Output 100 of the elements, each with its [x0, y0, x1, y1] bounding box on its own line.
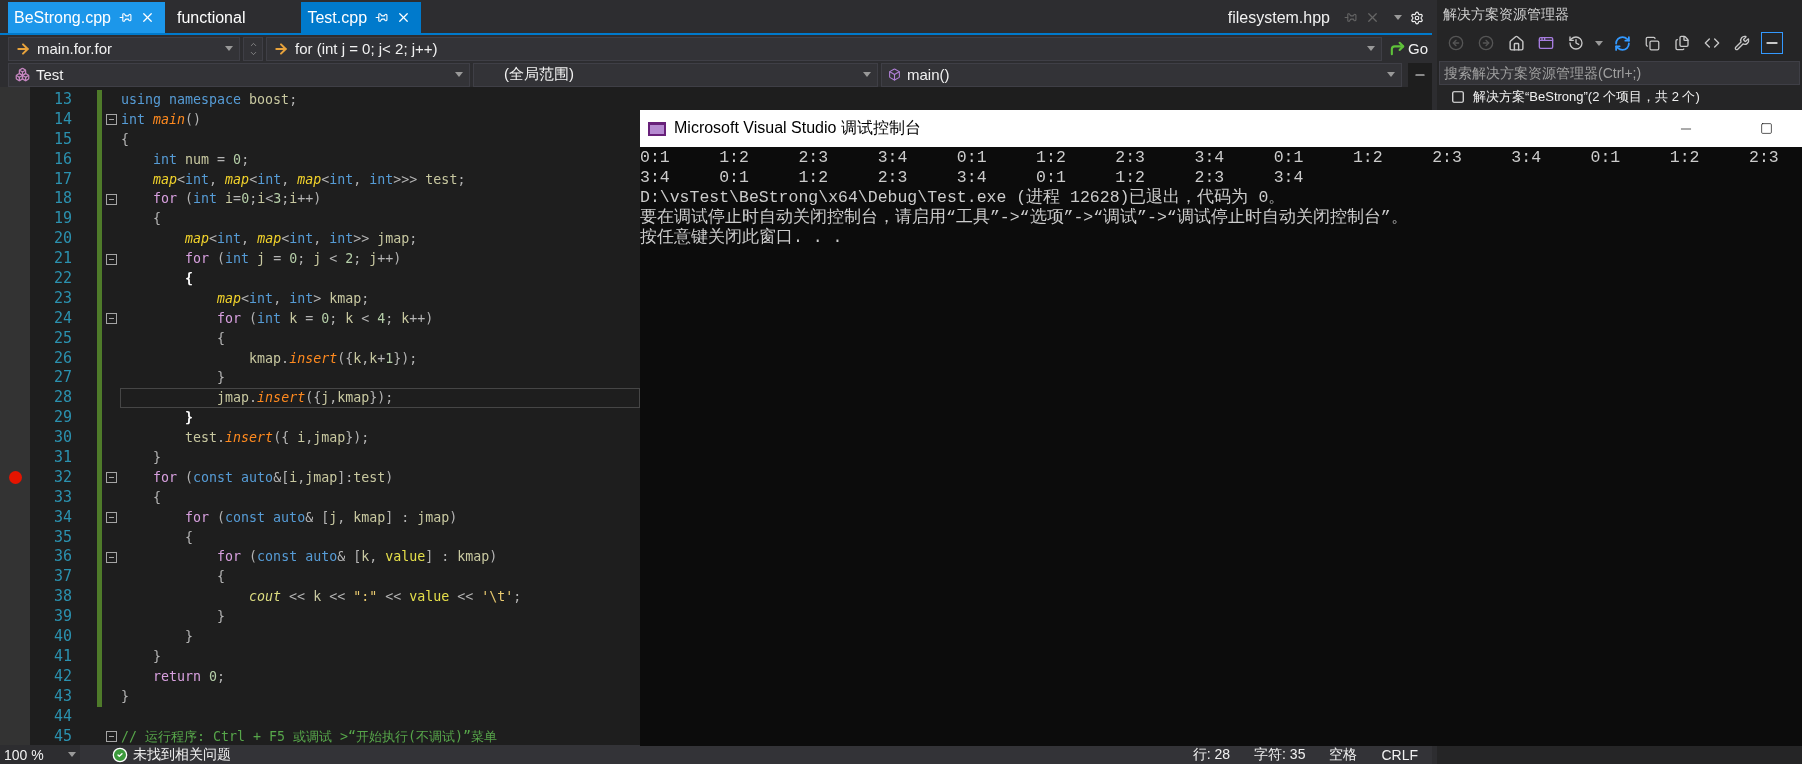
document-tab[interactable]: functional — [170, 2, 256, 33]
line-number: 31 — [52, 448, 72, 468]
pin-icon[interactable] — [118, 11, 132, 24]
line-number: 21 — [52, 249, 72, 269]
project-dropdown[interactable]: Test — [8, 62, 470, 87]
caret-icon[interactable] — [863, 72, 871, 77]
indent-status: 空格 — [1329, 745, 1358, 764]
function-dropdown[interactable]: main() — [881, 62, 1402, 87]
line-number: 35 — [52, 527, 72, 548]
code-line: } — [120, 687, 130, 706]
line-number: 34 — [52, 507, 72, 528]
line-number: 30 — [52, 428, 72, 449]
line-number: 42 — [52, 666, 72, 687]
code-line: int num = 0; — [152, 150, 251, 169]
pin-icon[interactable] — [375, 11, 389, 24]
console-line: 0:1 1:2 2:3 3:4 0:1 1:2 2:3 3:4 0:1 1:2 2:3 3:4 0:1 1:2 2:3 — [640, 148, 1780, 168]
code-line: for (const auto&[i,jmap]:test) — [152, 468, 395, 487]
code-line: kmap.insert({k,k+1}); — [248, 349, 419, 368]
line-number: 41 — [52, 646, 72, 667]
caret-icon[interactable] — [1387, 72, 1395, 77]
line-number: 32 — [52, 467, 72, 488]
code-line: map<int, map<int, int>> jmap; — [184, 230, 419, 249]
code-line: return 0; — [152, 667, 227, 686]
issues-status[interactable]: 未找到相关问题 — [133, 745, 231, 764]
code-line: { — [216, 568, 227, 587]
go-arrow-icon — [1389, 40, 1406, 57]
line-number: 14 — [52, 109, 72, 130]
line-number: 45 — [52, 726, 72, 745]
line-number: 23 — [52, 288, 72, 309]
member-dropdown[interactable]: for (int j = 0; j< 2; j++) — [266, 36, 1382, 61]
code-line: for (const auto& [j, kmap] : jmap) — [184, 508, 459, 527]
line-number: 19 — [52, 209, 72, 230]
document-tab[interactable]: filesystem.hpp — [1227, 8, 1330, 27]
line-number: 36 — [52, 547, 72, 568]
console-icon — [648, 121, 666, 136]
caret-icon[interactable] — [1595, 40, 1603, 46]
document-tab[interactable]: Test.cpp — [301, 2, 422, 33]
caret-icon[interactable] — [1367, 46, 1375, 51]
split-button[interactable] — [1408, 62, 1432, 87]
preview-icon[interactable] — [1761, 32, 1783, 54]
code-line: { — [184, 270, 195, 288]
code-line: } — [152, 449, 163, 468]
collapse-icon[interactable] — [105, 193, 117, 205]
collapse-icon[interactable] — [105, 730, 117, 742]
search-field[interactable]: 搜索解决方案资源管理器(Ctrl+;) — [1439, 61, 1800, 85]
collapse-icon[interactable] — [105, 313, 117, 325]
caret-icon[interactable] — [68, 752, 76, 757]
collapse-icon[interactable] — [105, 253, 117, 265]
line-number: 17 — [52, 169, 72, 190]
caret-icon[interactable] — [1394, 15, 1402, 20]
column-status: 字符: 35 — [1254, 745, 1306, 764]
collapse-icon[interactable] — [105, 551, 117, 563]
line-number: 20 — [52, 229, 72, 250]
code-line: } — [184, 409, 195, 428]
code-line: { — [152, 210, 163, 229]
scope-dropdown[interactable]: main.for.for — [8, 36, 240, 61]
maximize-icon[interactable] — [1759, 122, 1773, 135]
zoom-dropdown[interactable]: 100 % — [0, 745, 80, 764]
line-ending-status: CRLF — [1381, 746, 1418, 763]
code-line: for (const auto& [k, value] : kmap) — [216, 548, 499, 567]
line-number: 38 — [52, 587, 72, 608]
line-number: 39 — [52, 607, 72, 628]
code-line: { — [184, 528, 195, 547]
collapse-icon[interactable] — [105, 114, 117, 126]
tree-item[interactable]: 解决方案“BeStrong”(2 个项目，共 2 个) — [1473, 88, 1700, 106]
collapse-icon[interactable] — [105, 512, 117, 524]
scope-dropdown[interactable]: (全局范围) — [473, 62, 878, 87]
code-line: for (int k = 0; k < 4; k++) — [216, 309, 435, 328]
code-line: int main() — [120, 110, 203, 129]
close-icon[interactable] — [1365, 10, 1380, 25]
code-line: cout << k << ":" << value << '\t'; — [248, 588, 523, 607]
line-number: 16 — [52, 149, 72, 170]
collapse-icon[interactable] — [105, 472, 117, 484]
line-number: 29 — [52, 408, 72, 429]
line-number: 37 — [52, 567, 72, 588]
caret-icon[interactable] — [225, 46, 233, 51]
settings-icon[interactable] — [1410, 10, 1424, 25]
console-line: 按任意键关闭此窗口. . . — [640, 228, 844, 248]
code-line: map<int, map<int, map<int, int>>> test; — [152, 170, 467, 189]
go-button[interactable]: Go — [1385, 36, 1432, 61]
breakpoint-icon[interactable] — [8, 471, 22, 485]
line-number: 27 — [52, 368, 72, 389]
panel-title: 解决方案资源管理器 — [1442, 4, 1570, 24]
line-number: 44 — [52, 706, 72, 727]
project-icon — [15, 67, 30, 82]
console-line: 要在调试停止时自动关闭控制台，请启用“工具”->“选项”->“调试”->“调试停止时自动关闭控制台”。 — [640, 208, 1409, 227]
window-title: Microsoft Visual Studio 调试控制台 — [674, 118, 922, 138]
line-status: 行: 28 — [1192, 745, 1231, 764]
caret-icon[interactable] — [455, 72, 463, 77]
code-line: } — [216, 369, 227, 388]
solution-icon — [1451, 90, 1465, 104]
line-number: 26 — [52, 348, 72, 369]
line-number: 40 — [52, 627, 72, 647]
code-line: for (int j = 0; j < 2; j++) — [184, 250, 403, 269]
arrow-icon — [15, 40, 31, 57]
console-line: D:\vsTest\BeStrong\x64\Debug\Test.exe (进程 12628)已退出，代码为 0。 — [640, 188, 1287, 207]
arrow-icon — [273, 40, 289, 57]
line-number: 25 — [52, 328, 72, 349]
line-number: 22 — [52, 269, 72, 289]
console-line: 3:4 0:1 1:2 2:3 3:4 0:1 1:2 2:3 3:4 — [640, 168, 1305, 188]
